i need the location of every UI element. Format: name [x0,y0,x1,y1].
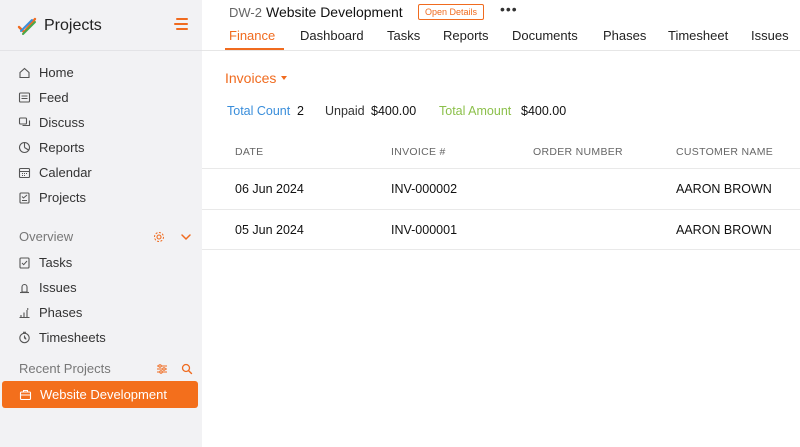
sidebar-item-feed[interactable]: Feed [18,87,69,107]
total-count-value: 2 [297,104,304,118]
search-icon[interactable] [181,363,193,375]
invoices-dropdown[interactable]: Invoices [225,70,288,86]
home-icon [18,66,31,79]
unpaid-label: Unpaid [325,104,365,118]
tasks-icon [18,256,31,269]
sidebar-item-label: Home [39,64,74,80]
sidebar-item-calendar[interactable]: Calendar [18,162,92,182]
divider [202,50,800,51]
column-header-date[interactable]: DATE [235,146,263,158]
recent-project-website-development[interactable]: Website Development [2,381,198,408]
sidebar-item-tasks[interactable]: Tasks [18,252,72,272]
filter-sliders-icon[interactable] [156,363,168,375]
table-row[interactable]: 05 Jun 2024 INV-000001 AARON BROWN [202,209,800,250]
discuss-icon [18,116,31,129]
phases-icon [18,306,31,319]
sidebar-item-label: Feed [39,89,69,105]
sidebar-item-timesheets[interactable]: Timesheets [18,327,106,347]
unpaid-value: $400.00 [371,104,417,118]
total-count-label: Total Count [227,104,291,118]
column-header-order-number[interactable]: ORDER NUMBER [533,146,623,158]
sidebar-item-label: Phases [39,304,83,320]
timesheets-icon [18,331,31,344]
project-title: Website Development [265,4,403,20]
sidebar-item-label: Projects [39,189,86,205]
brand-name: Projects [44,17,102,34]
invoice-date: 06 Jun 2024 [235,182,304,196]
column-header-customer-name[interactable]: CUSTOMER NAME [676,146,773,158]
tab-reports[interactable]: Reports [443,28,489,43]
divider [0,50,202,51]
sidebar-item-label: Tasks [39,254,73,270]
project-header: DW-2 Website Development [229,3,403,21]
project-code: DW-2 [229,4,262,20]
customer-name: AARON BROWN [676,223,772,237]
open-details-button[interactable]: Open Details [418,4,484,20]
column-header-invoice[interactable]: INVOICE # [391,146,446,158]
sidebar-item-home[interactable]: Home [18,62,74,82]
sidebar-item-issues[interactable]: Issues [18,277,77,297]
tab-documents[interactable]: Documents [512,28,578,43]
main-content: DW-2 Website Development Open Details ••… [202,0,800,447]
project-tabs: Finance Dashboard Tasks Reports Document… [202,26,800,50]
sidebar-item-label: Issues [39,279,77,295]
tab-tasks[interactable]: Tasks [387,28,420,43]
recent-projects-section-title: Recent Projects [19,361,111,376]
tab-dashboard[interactable]: Dashboard [300,28,364,43]
sidebar-item-phases[interactable]: Phases [18,302,82,322]
invoices-title: Invoices [225,70,277,86]
invoice-date: 05 Jun 2024 [235,223,304,237]
chevron-down-icon[interactable] [180,231,192,243]
brand[interactable]: Projects [16,14,102,38]
projects-logo-icon [16,15,38,37]
sidebar-item-label: Discuss [39,114,85,130]
collapse-menu-icon[interactable] [174,18,188,32]
invoice-number[interactable]: INV-000002 [391,182,457,196]
customer-name: AARON BROWN [676,182,772,196]
total-amount-value: $400.00 [521,104,567,118]
tab-timesheet[interactable]: Timesheet [668,28,728,43]
tab-finance[interactable]: Finance [229,28,275,43]
tab-issues[interactable]: Issues [751,28,789,43]
more-options-button[interactable]: ••• [500,1,518,17]
overview-section-title: Overview [19,229,74,244]
invoice-table-header: DATE INVOICE # ORDER NUMBER CUSTOMER NAM… [202,140,800,168]
sidebar-item-reports[interactable]: Reports [18,137,85,157]
sidebar-item-label: Calendar [39,164,92,180]
tab-phases[interactable]: Phases [603,28,646,43]
calendar-icon [18,166,31,179]
table-row[interactable]: 06 Jun 2024 INV-000002 AARON BROWN [202,168,800,209]
invoice-number[interactable]: INV-000001 [391,223,457,237]
sidebar-item-label: Reports [39,139,85,155]
projects-icon [18,191,31,204]
briefcase-icon [19,388,32,401]
caret-down-icon [281,76,288,80]
feed-icon [18,91,31,104]
sidebar-item-label: Timesheets [39,329,106,345]
sidebar: Projects Home Feed Discuss Reports Calen… [0,0,202,447]
sidebar-item-projects[interactable]: Projects [18,187,86,207]
reports-icon [18,141,31,154]
recent-project-label: Website Development [40,387,167,402]
sidebar-item-discuss[interactable]: Discuss [18,112,85,132]
issues-icon [18,281,31,294]
gear-icon[interactable] [153,231,165,243]
total-amount-label: Total Amount [439,104,512,118]
